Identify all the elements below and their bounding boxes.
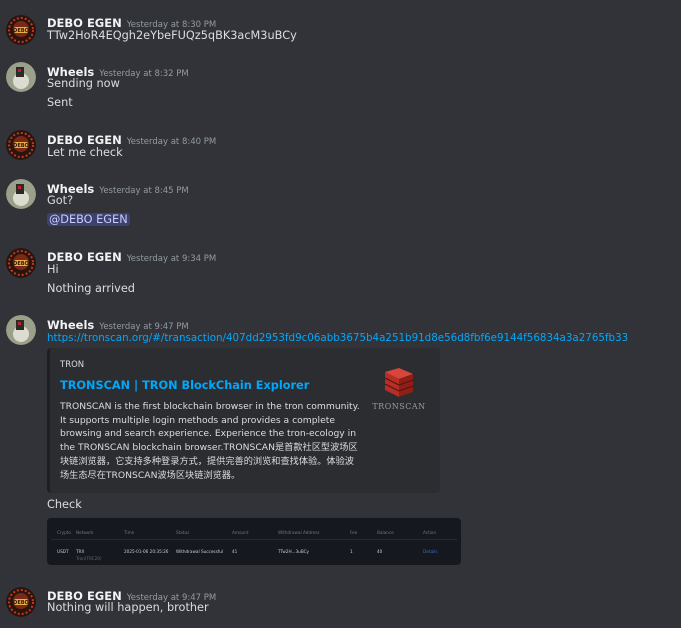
- message-text: Nothing will happen, brother: [47, 601, 209, 614]
- embed-provider[interactable]: TRON: [60, 360, 84, 370]
- attachment-cell: 41: [232, 549, 238, 554]
- debo-avatar-icon: DEBO: [6, 130, 36, 160]
- attachment-cell: TRX: [76, 549, 85, 554]
- divider: [51, 539, 457, 540]
- attachment-cell: Status: [176, 530, 190, 535]
- transaction-link[interactable]: https://tronscan.org/#/transaction/407dd…: [47, 332, 628, 344]
- attachment-cell: 1: [350, 549, 353, 554]
- message-text: Sent: [47, 96, 73, 109]
- attachment-cell: Network: [76, 530, 94, 535]
- attachment-cell: Fee: [350, 530, 358, 535]
- message-text: Check: [47, 498, 82, 511]
- tronscan-cube-icon: [384, 368, 414, 397]
- svg-text:DEBO: DEBO: [13, 143, 29, 149]
- attachment-cell: Time: [124, 530, 135, 535]
- author-name[interactable]: DEBO EGEN: [47, 16, 122, 30]
- embed-title[interactable]: TRONSCAN | TRON BlockChain Explorer: [60, 379, 309, 392]
- avatar[interactable]: DEBO: [6, 587, 36, 617]
- avatar[interactable]: [6, 179, 36, 209]
- avatar[interactable]: [6, 315, 36, 345]
- timestamp: Yesterday at 8:45 PM: [99, 186, 189, 196]
- svg-text:DEBO: DEBO: [13, 261, 29, 267]
- attachment-cell: Details: [423, 549, 438, 554]
- message-text: Got?: [47, 194, 74, 207]
- message-text: Sending now: [47, 77, 120, 90]
- message-text: Hi: [47, 263, 59, 276]
- attachment-cell: TTw2H...3uBCy: [278, 549, 310, 554]
- avatar[interactable]: [6, 62, 36, 92]
- debo-avatar-icon: DEBO: [6, 248, 36, 278]
- attachment-cell: Action: [423, 530, 437, 535]
- embed-thumbnail[interactable]: TRONSCAN: [368, 366, 430, 414]
- user-mention[interactable]: @DEBO EGEN: [47, 213, 130, 226]
- attachment-cell: Crypto: [57, 530, 71, 535]
- image-attachment[interactable]: Crypto Network Time Status Amount Withdr…: [47, 518, 461, 565]
- message-text: Let me check: [47, 146, 123, 159]
- attachment-cell: 40: [377, 549, 383, 554]
- tronscan-logo-text: TRONSCAN: [372, 402, 426, 411]
- embed-description: TRONSCAN is the first blockchain browser…: [60, 401, 360, 481]
- author-name[interactable]: DEBO EGEN: [47, 133, 122, 147]
- attachment-cell: Tron(TRC20): [76, 556, 102, 561]
- wheels-avatar-icon: [6, 179, 36, 209]
- avatar[interactable]: DEBO: [6, 130, 36, 160]
- attachment-cell: Amount: [232, 530, 249, 535]
- author-name[interactable]: DEBO EGEN: [47, 250, 122, 264]
- attachment-cell: 2025-01-06 20:35:26: [124, 549, 169, 554]
- message-text: TTw2HoR4EQgh2eYbeFUQz5qBK3acM3uBCy: [47, 29, 297, 42]
- attachment-cell: Withdrawal Address: [278, 530, 320, 535]
- debo-avatar-icon: DEBO: [6, 15, 36, 45]
- author-name[interactable]: Wheels: [47, 318, 94, 332]
- link-embed: TRON TRONSCAN | TRON BlockChain Explorer…: [47, 348, 440, 493]
- timestamp: Yesterday at 8:40 PM: [126, 137, 217, 147]
- debo-avatar-icon: DEBO: [6, 587, 36, 617]
- attachment-cell: USDT: [57, 549, 69, 554]
- svg-text:DEBO: DEBO: [13, 28, 29, 34]
- svg-text:DEBO: DEBO: [13, 600, 29, 606]
- avatar[interactable]: DEBO: [6, 248, 36, 278]
- attachment-cell: Balance: [377, 530, 394, 535]
- wheels-avatar-icon: [6, 62, 36, 92]
- message-text: Nothing arrived: [47, 282, 135, 295]
- wheels-avatar-icon: [6, 315, 36, 345]
- attachment-cell: Withdrawal Successful: [176, 549, 224, 554]
- avatar[interactable]: DEBO: [6, 15, 36, 45]
- timestamp: Yesterday at 9:34 PM: [126, 254, 217, 264]
